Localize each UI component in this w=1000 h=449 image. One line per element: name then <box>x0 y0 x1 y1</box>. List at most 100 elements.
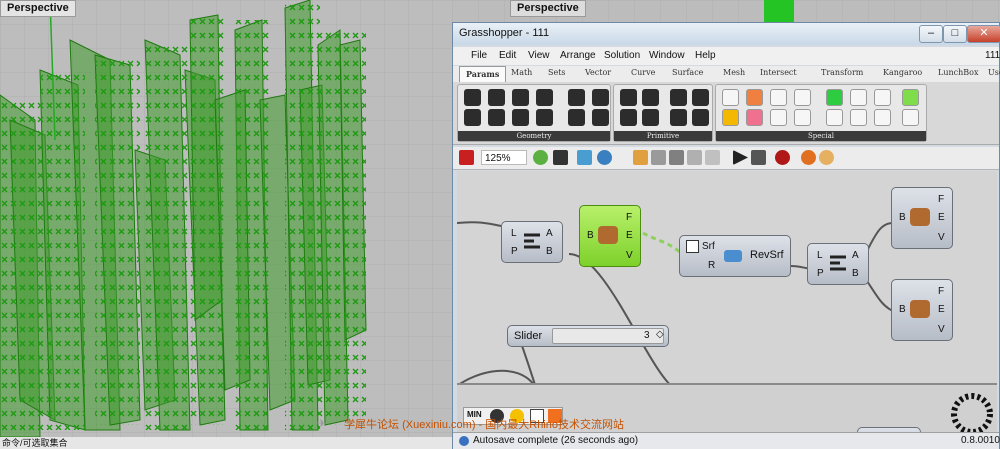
list-item-component[interactable]: L P A B <box>501 221 563 263</box>
tab-intersect[interactable]: Intersect <box>760 68 797 77</box>
menu-help[interactable]: Help <box>695 50 716 61</box>
zoom-level[interactable]: 125% <box>481 150 527 165</box>
graph-mapper-icon[interactable] <box>770 89 787 106</box>
output-b[interactable]: B <box>852 268 859 279</box>
maximize-button[interactable]: □ <box>943 25 967 43</box>
box-icon[interactable] <box>633 150 648 165</box>
brep-param-component[interactable]: B F E V <box>891 279 953 341</box>
point-param-icon[interactable] <box>464 89 481 106</box>
output-e[interactable]: E <box>626 230 633 241</box>
gradient-icon[interactable] <box>722 89 739 106</box>
button-icon[interactable] <box>746 109 763 126</box>
path-param-icon[interactable] <box>670 89 687 106</box>
globe-icon[interactable] <box>819 150 834 165</box>
domain-param-icon[interactable] <box>692 89 709 106</box>
revsrf-component[interactable]: Srf R RevSrf <box>679 235 791 277</box>
output-a[interactable]: A <box>546 228 553 239</box>
tab-transform[interactable]: Transform <box>821 68 863 77</box>
tab-curve[interactable]: Curve <box>631 68 655 77</box>
menu-window[interactable]: Window <box>649 50 685 61</box>
gh-titlebar[interactable]: Grasshopper - 111 – □ ✕ <box>453 23 1000 45</box>
map-icon[interactable] <box>577 150 592 165</box>
input-b[interactable]: B <box>899 212 906 223</box>
integer-param-icon[interactable] <box>642 89 659 106</box>
output-f[interactable]: F <box>626 212 632 223</box>
output-a[interactable]: A <box>852 250 859 261</box>
sphere-icon[interactable] <box>801 150 816 165</box>
boolean-param-icon[interactable] <box>620 89 637 106</box>
input-l[interactable]: L <box>511 228 517 239</box>
mesh-preview-icon[interactable] <box>669 150 684 165</box>
tab-vector[interactable]: Vector <box>585 68 611 77</box>
zoom-icon[interactable] <box>533 150 548 165</box>
number-slider[interactable]: Slider 3 ◇ <box>507 325 669 347</box>
list-item-component[interactable]: L P A B <box>807 243 869 285</box>
bar-graph-icon[interactable] <box>874 89 891 106</box>
output-f[interactable]: F <box>938 286 944 297</box>
preview-icon[interactable] <box>651 150 666 165</box>
tree-icon[interactable] <box>826 109 843 126</box>
plane-param-icon[interactable] <box>512 109 529 126</box>
input-l[interactable]: L <box>817 250 823 261</box>
input-p[interactable]: P <box>511 246 518 257</box>
menu-arrange[interactable]: Arrange <box>560 50 596 61</box>
arc-param-icon[interactable] <box>512 89 529 106</box>
tab-surface[interactable]: Surface <box>672 68 703 77</box>
left-viewport[interactable]: Perspective <box>0 0 452 437</box>
grasshopper-window[interactable]: Grasshopper - 111 – □ ✕ File Edit View A… <box>452 22 1000 449</box>
output-f[interactable]: F <box>938 194 944 205</box>
zoom-extents-icon[interactable] <box>553 150 568 165</box>
line-param-icon[interactable] <box>488 109 505 126</box>
panel-icon[interactable] <box>722 109 739 126</box>
geometry-param-icon[interactable] <box>592 109 609 126</box>
data-dam-icon[interactable] <box>770 109 787 126</box>
curve-param-icon[interactable] <box>536 89 553 106</box>
toggle-icon[interactable] <box>746 89 763 106</box>
param-viewer-icon[interactable] <box>850 89 867 106</box>
minimize-button[interactable]: – <box>919 25 943 43</box>
slider-value[interactable]: 3 <box>644 330 650 341</box>
input-r[interactable]: R <box>708 260 715 271</box>
pen-icon[interactable] <box>459 150 474 165</box>
input-p[interactable]: P <box>817 268 824 279</box>
vector-param-icon[interactable] <box>464 109 481 126</box>
colour-picker-icon[interactable] <box>826 89 843 106</box>
output-b[interactable]: B <box>546 246 553 257</box>
menu-view[interactable]: View <box>528 50 550 61</box>
bake-icon[interactable] <box>775 150 790 165</box>
abc-text-icon[interactable] <box>902 109 919 126</box>
number-param-icon[interactable] <box>620 109 637 126</box>
output-e[interactable]: E <box>938 304 945 315</box>
menu-edit[interactable]: Edit <box>499 50 516 61</box>
lock-icon[interactable] <box>751 150 766 165</box>
output-v[interactable]: V <box>626 250 633 261</box>
brep-param-icon[interactable] <box>592 89 609 106</box>
guid-param-icon[interactable] <box>670 109 687 126</box>
eye-icon[interactable] <box>597 150 612 165</box>
circle-param-icon[interactable] <box>488 89 505 106</box>
wire-icon[interactable] <box>687 150 702 165</box>
tab-lunchbox[interactable]: LunchBox <box>938 68 978 77</box>
tab-sets[interactable]: Sets <box>548 68 566 77</box>
curve-graph-icon[interactable] <box>874 109 891 126</box>
viewport-title[interactable]: Perspective <box>0 0 76 17</box>
input-b[interactable]: B <box>587 230 594 241</box>
box-param-icon[interactable] <box>536 109 553 126</box>
tab-math[interactable]: Math <box>511 68 532 77</box>
menu-solution[interactable]: Solution <box>604 50 640 61</box>
output-v[interactable]: V <box>938 324 945 335</box>
mesh-param-icon[interactable] <box>568 109 585 126</box>
string-param-icon[interactable] <box>642 109 659 126</box>
tab-params[interactable]: Params <box>459 66 507 83</box>
viewport-title[interactable]: Perspective <box>510 0 586 17</box>
play-icon[interactable] <box>733 150 748 165</box>
close-button[interactable]: ✕ <box>967 25 1000 43</box>
input-srf[interactable]: Srf <box>702 241 715 252</box>
swatch-icon[interactable] <box>794 89 811 106</box>
surface-param-icon[interactable] <box>568 89 585 106</box>
tab-mesh[interactable]: Mesh <box>723 68 745 77</box>
tab-kangaroo[interactable]: Kangaroo <box>883 68 922 77</box>
input-b[interactable]: B <box>899 304 906 315</box>
output-e[interactable]: E <box>938 212 945 223</box>
menu-file[interactable]: File <box>471 50 487 61</box>
